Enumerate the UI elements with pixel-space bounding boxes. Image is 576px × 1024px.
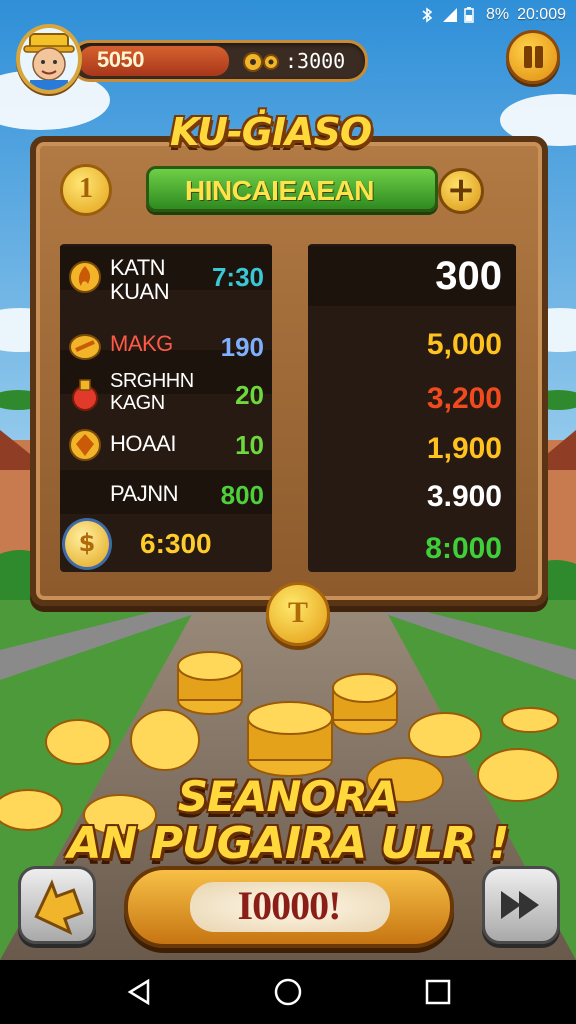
fast-forward-icon bbox=[501, 891, 539, 919]
add-button[interactable]: + bbox=[438, 168, 484, 214]
table-row[interactable]: HOAAI 10 bbox=[66, 420, 270, 470]
navigation-bar bbox=[0, 960, 576, 1024]
battery-percent: 8% bbox=[485, 6, 510, 23]
table-row[interactable]: SRGHHN KAGN 20 bbox=[66, 366, 270, 416]
status-bar: 8% 20:009 bbox=[0, 0, 576, 30]
row-value: 190 bbox=[220, 332, 264, 362]
nav-back-icon[interactable] bbox=[124, 976, 156, 1008]
clock: 20:009 bbox=[517, 6, 566, 23]
score-value: 5050 bbox=[97, 47, 144, 72]
pause-button[interactable] bbox=[506, 30, 560, 84]
row-label: KATN KUAN bbox=[110, 255, 170, 304]
table-row[interactable]: MAKG 190 bbox=[66, 322, 270, 372]
row-label: HOAAI bbox=[110, 431, 176, 456]
hud-score-bar: 5050 :3000 bbox=[70, 40, 368, 82]
battery-icon bbox=[464, 7, 478, 23]
right-value: 3.900 bbox=[426, 480, 502, 513]
board-title: KU-ĠIASO bbox=[170, 110, 372, 154]
player-avatar[interactable] bbox=[16, 24, 82, 94]
right-value: 300 bbox=[435, 254, 502, 298]
coin-icon[interactable]: T bbox=[266, 582, 330, 646]
shield-icon bbox=[68, 330, 102, 364]
fast-forward-button[interactable] bbox=[482, 866, 560, 944]
banner-text: HINCAIEAEAN bbox=[185, 175, 374, 206]
row-value: 7:30 bbox=[211, 262, 264, 292]
pause-bar-right bbox=[535, 46, 543, 68]
row-label: MAKG bbox=[110, 331, 173, 356]
row-value: 10 bbox=[235, 430, 264, 460]
pause-bar-left bbox=[524, 46, 532, 68]
right-value: 1,900 bbox=[426, 432, 502, 465]
total-left-value: 6:300 bbox=[140, 528, 212, 559]
promo-headline-1: SEANORA bbox=[177, 772, 399, 821]
collect-button[interactable]: I0000! bbox=[124, 866, 454, 948]
collect-button-label: I0000! bbox=[237, 883, 342, 928]
back-arrow-icon bbox=[34, 879, 84, 935]
promo-headline-2: AN PUGAIRA ULR ! bbox=[67, 818, 510, 869]
gear-icon[interactable] bbox=[241, 49, 281, 75]
row-value: 800 bbox=[220, 480, 264, 510]
nav-home-icon[interactable] bbox=[272, 976, 304, 1008]
row-value: 20 bbox=[235, 380, 264, 410]
row-label: PAJNN bbox=[110, 481, 179, 506]
fire-icon bbox=[68, 260, 102, 294]
signal-icon bbox=[442, 7, 457, 23]
right-value: 5,000 bbox=[426, 328, 502, 361]
bluetooth-icon bbox=[420, 7, 434, 23]
row-label: SRGHHN KAGN bbox=[110, 370, 194, 414]
total-right-value: 8:000 bbox=[425, 532, 502, 565]
gem-icon bbox=[68, 428, 102, 462]
dollar-coin-icon: $ bbox=[62, 518, 112, 570]
coin-counter: :3000 bbox=[285, 49, 346, 73]
level-coin-badge: 1 bbox=[60, 164, 112, 216]
status-icons: 8% 20:009 bbox=[420, 6, 566, 24]
right-value: 3,200 bbox=[426, 382, 502, 415]
board-banner: HINCAIEAEAN bbox=[146, 166, 438, 212]
nav-recents-icon[interactable] bbox=[422, 976, 454, 1008]
table-row[interactable]: PAJNN 800 bbox=[66, 470, 270, 520]
table-row[interactable]: KATN KUAN 7:30 bbox=[66, 252, 270, 304]
back-button[interactable] bbox=[18, 866, 96, 944]
potion-icon bbox=[68, 378, 102, 412]
